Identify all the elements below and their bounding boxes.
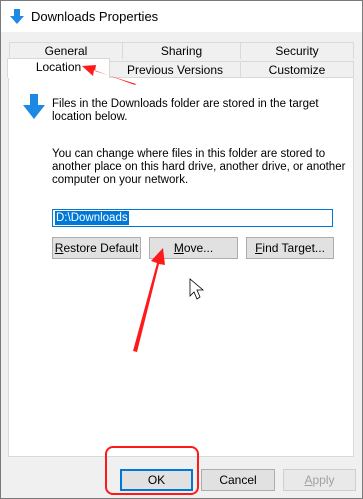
properties-dialog: Downloads Properties General Sharing Sec…	[0, 0, 363, 499]
tab-customize-label: Customize	[268, 63, 326, 77]
location-path-value: D:\Downloads	[55, 211, 129, 225]
location-tab-panel	[8, 77, 354, 457]
tab-location[interactable]: Location	[7, 58, 110, 78]
info-text-line: Files in the Downloads folder are stored…	[52, 98, 319, 110]
info-text-line: location below.	[52, 111, 128, 123]
downloads-folder-icon	[10, 9, 24, 24]
find-target-button[interactable]: Find Target...	[246, 237, 334, 259]
tab-general-label: General	[44, 44, 88, 58]
title-bar: Downloads Properties	[1, 1, 362, 32]
tab-sharing-label: Sharing	[160, 44, 203, 58]
ok-button[interactable]: OK	[120, 469, 193, 491]
apply-button[interactable]: Apply	[283, 469, 356, 491]
tab-previous-versions[interactable]: Previous Versions	[109, 61, 241, 78]
move-button[interactable]: Move...	[149, 237, 238, 259]
cancel-button[interactable]: Cancel	[201, 469, 275, 491]
tab-security[interactable]: Security	[240, 42, 354, 59]
window-title: Downloads Properties	[31, 9, 159, 24]
description-line: another place on this hard drive, anothe…	[52, 161, 346, 173]
tab-location-label: Location	[35, 60, 82, 74]
download-arrow-icon	[23, 94, 45, 119]
description-text: You can change where files in this folde…	[52, 148, 345, 187]
description-line: You can change where files in this folde…	[52, 148, 326, 160]
tab-general[interactable]: General	[9, 42, 123, 59]
tab-previous-versions-label: Previous Versions	[126, 63, 224, 77]
tab-security-label: Security	[275, 44, 319, 58]
tab-customize[interactable]: Customize	[240, 61, 354, 78]
info-text: Files in the Downloads folder are stored…	[52, 98, 319, 124]
tab-sharing[interactable]: Sharing	[122, 42, 241, 59]
description-line: computer on your network.	[52, 174, 189, 186]
location-path-input[interactable]: D:\Downloads	[52, 209, 333, 227]
restore-default-button[interactable]: Restore Default	[52, 237, 141, 259]
